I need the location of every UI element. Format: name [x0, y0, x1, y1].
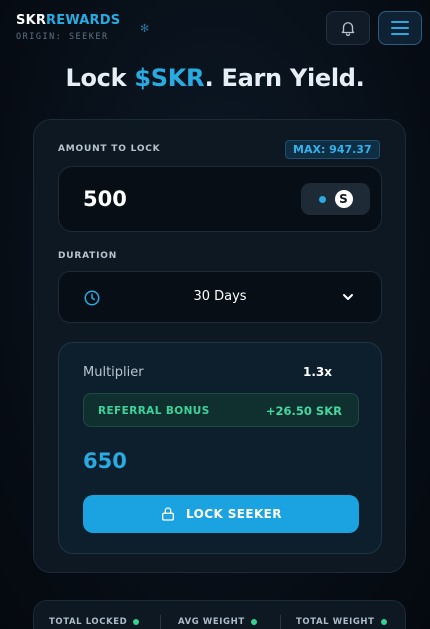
bonus-label: REFERRAL BONUS — [98, 405, 210, 417]
referral-bonus: REFERRAL BONUS +26.50 SKR — [83, 393, 359, 427]
total-weight-value: 650 — [83, 449, 127, 473]
bell-icon — [341, 22, 355, 37]
app-header: SKRREWARDS ORIGIN: SEEKER ✻ — [0, 0, 430, 56]
lock-button[interactable]: LOCK SEEKER — [83, 495, 359, 533]
stat-avg-weight: AVG WEIGHT — [178, 617, 257, 627]
status-dot — [133, 619, 140, 625]
token-selector[interactable]: S — [301, 183, 370, 215]
notifications-button[interactable] — [326, 11, 370, 45]
lock-button-label: LOCK SEEKER — [186, 507, 282, 521]
lock-icon — [162, 507, 175, 521]
multiplier-label: Multiplier — [83, 365, 144, 380]
brand-title: SKRREWARDS — [16, 13, 121, 28]
stats-bar: TOTAL LOCKED AVG WEIGHT TOTAL WEIGHT — [33, 600, 406, 629]
token-icon: S — [334, 190, 353, 208]
amount-value[interactable]: 500 — [83, 187, 127, 211]
amount-label: AMOUNT TO LOCK — [58, 144, 161, 154]
duration-label: DURATION — [58, 251, 118, 261]
status-dot — [250, 619, 257, 625]
duration-value: 30 Days — [193, 289, 247, 304]
menu-icon — [391, 21, 409, 35]
bonus-value: +26.50 SKR — [265, 404, 342, 418]
lock-card: AMOUNT TO LOCK MAX: 947.37 500 S DURATIO… — [33, 119, 406, 573]
multiplier-value: 1.3x — [303, 365, 332, 379]
brand-subtitle: ORIGIN: SEEKER — [16, 32, 109, 42]
summary-panel: Multiplier 1.3x REFERRAL BONUS +26.50 SK… — [58, 342, 382, 554]
divider — [160, 615, 161, 629]
token-status-dot — [318, 195, 326, 203]
page-headline: Lock $SKR. Earn Yield. — [65, 64, 365, 92]
chevron-down-icon — [343, 294, 353, 300]
status-dot — [380, 619, 387, 625]
duration-select[interactable]: 30 Days — [58, 271, 382, 323]
amount-input[interactable]: 500 S — [58, 166, 382, 232]
sparkle-icon: ✻ — [140, 22, 150, 35]
brand-logo[interactable]: SKRREWARDS ORIGIN: SEEKER — [16, 13, 120, 42]
stat-total-locked: TOTAL LOCKED — [49, 617, 140, 627]
max-button[interactable]: MAX: 947.37 — [285, 140, 380, 159]
divider — [280, 615, 281, 629]
stat-total-weight: TOTAL WEIGHT — [296, 617, 387, 627]
menu-button[interactable] — [378, 11, 422, 45]
